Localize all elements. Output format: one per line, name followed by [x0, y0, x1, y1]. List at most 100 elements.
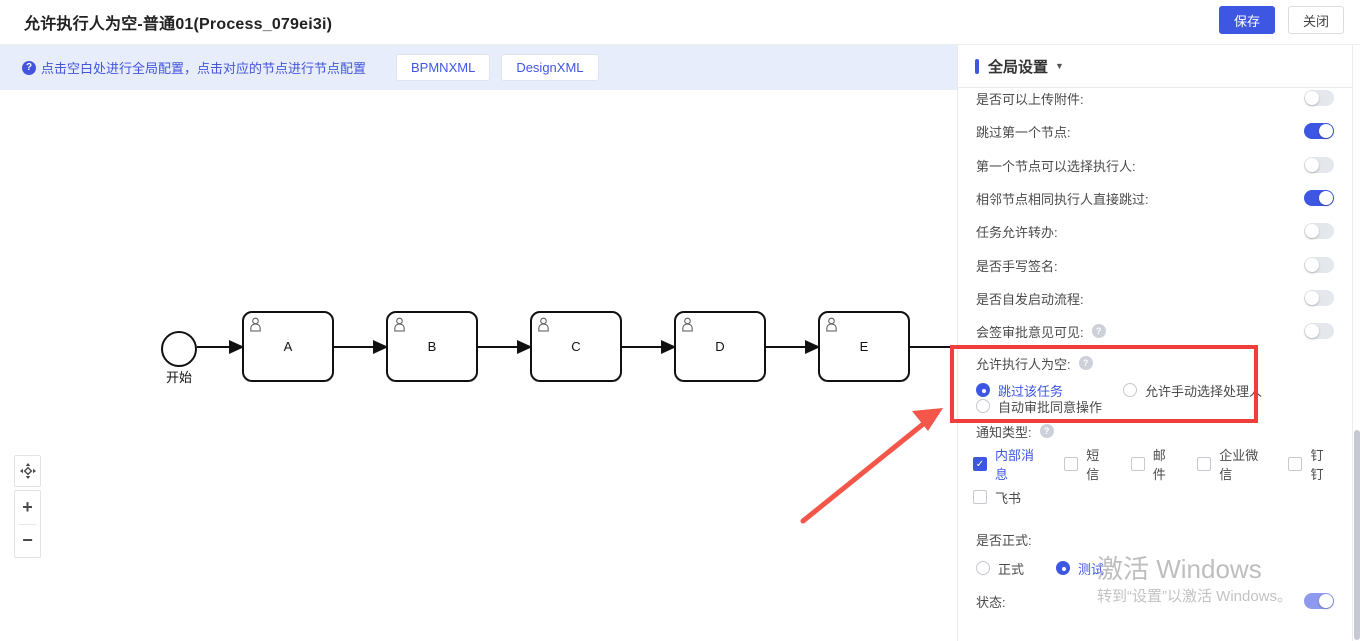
radio-test[interactable]	[1056, 561, 1070, 575]
setting-row-countersign-visible: 会签审批意见可见: ?	[976, 320, 1334, 342]
option-label[interactable]: 邮件	[1153, 445, 1177, 483]
task-node-label: C	[571, 339, 580, 354]
bpmnxml-button[interactable]: BPMNXML	[396, 54, 490, 81]
setting-label: 是否可以上传附件:	[976, 89, 1084, 108]
task-node-label: D	[715, 339, 724, 354]
task-node-label: E	[860, 339, 869, 354]
task-node-a[interactable]: A	[242, 311, 334, 382]
setting-row-handwritten-signature: 是否手写签名:	[976, 254, 1334, 276]
setting-label: 是否自发启动流程:	[976, 289, 1084, 308]
user-task-icon	[681, 317, 694, 335]
setting-label: 状态:	[976, 592, 1006, 611]
user-task-icon	[825, 317, 838, 335]
app-header: 允许执行人为空-普通01(Process_079ei3i) 保存 关闭	[0, 0, 1360, 45]
start-event-node[interactable]	[161, 331, 197, 367]
option-label[interactable]: 企业微信	[1219, 445, 1267, 483]
zoom-out-button[interactable]: −	[15, 524, 40, 557]
hint-text: 点击空白处进行全局配置，点击对应的节点进行节点配置	[41, 58, 366, 77]
setting-row-self-start: 是否自发启动流程:	[976, 287, 1334, 309]
reset-position-button[interactable]	[14, 455, 41, 487]
chevron-down-icon[interactable]: ▼	[1055, 61, 1064, 71]
setting-label: 第一个节点可以选择执行人:	[976, 156, 1136, 175]
option-label[interactable]: 短信	[1086, 445, 1110, 483]
option-dingtalk[interactable]: 钉钉	[1288, 445, 1334, 483]
zoom-control-group: + −	[14, 490, 41, 558]
formal-options-row: 正式 测试	[976, 557, 1334, 579]
start-event-label: 开始	[151, 367, 207, 386]
checkbox-feishu[interactable]	[973, 490, 987, 504]
notify-options-row2: 飞书	[973, 486, 1334, 508]
option-auto-approve[interactable]: 自动审批同意操作	[976, 397, 1102, 416]
option-sms[interactable]: 短信	[1064, 445, 1110, 483]
notify-type-label-row: 通知类型: ?	[976, 420, 1334, 442]
panel-header[interactable]: 全局设置 ▼	[958, 45, 1360, 88]
option-label[interactable]: 测试	[1078, 559, 1104, 578]
option-wecom[interactable]: 企业微信	[1197, 445, 1267, 483]
accent-bar	[975, 59, 979, 74]
setting-row-task-transfer: 任务允许转办:	[976, 220, 1334, 242]
checkbox-dingtalk[interactable]	[1288, 457, 1302, 471]
status-toggle[interactable]	[1304, 593, 1334, 609]
task-node-e[interactable]: E	[818, 311, 910, 382]
setting-label: 通知类型:	[976, 422, 1032, 441]
option-label[interactable]: 内部消息	[995, 445, 1043, 483]
checkbox-sms[interactable]	[1064, 457, 1078, 471]
setting-label: 会签审批意见可见:	[976, 322, 1084, 341]
save-button[interactable]: 保存	[1219, 6, 1275, 34]
task-transfer-toggle[interactable]	[1304, 223, 1334, 239]
help-circle-icon[interactable]: ?	[1040, 424, 1054, 438]
bpmn-canvas[interactable]: 开始 A B C D E +	[0, 90, 957, 641]
help-circle-icon[interactable]: ?	[1079, 356, 1093, 370]
self-start-process-toggle[interactable]	[1304, 290, 1334, 306]
option-test[interactable]: 测试	[1056, 559, 1104, 578]
option-feishu[interactable]: 飞书	[973, 488, 1021, 507]
setting-row-first-node-executor: 第一个节点可以选择执行人:	[976, 154, 1334, 176]
task-node-label: A	[284, 339, 293, 354]
task-node-d[interactable]: D	[674, 311, 766, 382]
radio-auto-approve[interactable]	[976, 399, 990, 413]
option-email[interactable]: 邮件	[1131, 445, 1177, 483]
option-formal[interactable]: 正式	[976, 559, 1024, 578]
panel-title: 全局设置	[988, 56, 1048, 77]
page-title: 允许执行人为空-普通01(Process_079ei3i)	[24, 10, 332, 34]
option-internal-message[interactable]: 内部消息	[973, 445, 1043, 483]
setting-label: 是否正式:	[976, 530, 1032, 549]
adjacent-same-executor-skip-toggle[interactable]	[1304, 190, 1334, 206]
upload-attachment-toggle[interactable]	[1304, 90, 1334, 106]
annotation-arrow	[803, 408, 943, 521]
option-label[interactable]: 钉钉	[1310, 445, 1334, 483]
task-node-c[interactable]: C	[530, 311, 622, 382]
task-node-label: B	[428, 339, 437, 354]
executor-empty-options-row2: 自动审批同意操作	[976, 395, 1334, 417]
user-task-icon	[249, 317, 262, 335]
countersign-opinion-visible-toggle[interactable]	[1304, 323, 1334, 339]
help-circle-icon[interactable]: ?	[1092, 324, 1106, 338]
setting-row-skip-first-node: 跳过第一个节点:	[976, 120, 1334, 142]
zoom-in-button[interactable]: +	[15, 491, 40, 524]
checkbox-internal-message[interactable]	[973, 457, 987, 471]
info-toolbar: ? 点击空白处进行全局配置，点击对应的节点进行节点配置 BPMNXML Desi…	[0, 45, 957, 90]
global-config-hint: ? 点击空白处进行全局配置，点击对应的节点进行节点配置	[22, 58, 366, 77]
radio-formal[interactable]	[976, 561, 990, 575]
option-label[interactable]: 正式	[998, 559, 1024, 578]
formal-label-row: 是否正式:	[976, 528, 1334, 550]
executor-empty-label-row: 允许执行人为空: ?	[976, 352, 1334, 374]
help-circle-icon: ?	[22, 61, 36, 75]
option-label[interactable]: 飞书	[995, 488, 1021, 507]
setting-label: 相邻节点相同执行人直接跳过:	[976, 189, 1149, 208]
skip-first-node-toggle[interactable]	[1304, 123, 1334, 139]
scrollbar-thumb[interactable]	[1354, 430, 1360, 640]
checkbox-wecom[interactable]	[1197, 457, 1211, 471]
setting-label: 任务允许转办:	[976, 222, 1058, 241]
first-node-choose-executor-toggle[interactable]	[1304, 157, 1334, 173]
setting-row-upload-attachment: 是否可以上传附件:	[976, 87, 1334, 109]
close-button[interactable]: 关闭	[1288, 6, 1344, 34]
checkbox-email[interactable]	[1131, 457, 1145, 471]
option-label[interactable]: 自动审批同意操作	[998, 397, 1102, 416]
designxml-button[interactable]: DesignXML	[501, 54, 598, 81]
panel-scrollbar[interactable]	[1352, 45, 1360, 641]
global-settings-panel: 全局设置 ▼ 是否可以上传附件: 跳过第一个节点: 第一个节点可以选择执行人: …	[957, 45, 1360, 641]
setting-label: 是否手写签名:	[976, 256, 1058, 275]
handwritten-signature-toggle[interactable]	[1304, 257, 1334, 273]
task-node-b[interactable]: B	[386, 311, 478, 382]
